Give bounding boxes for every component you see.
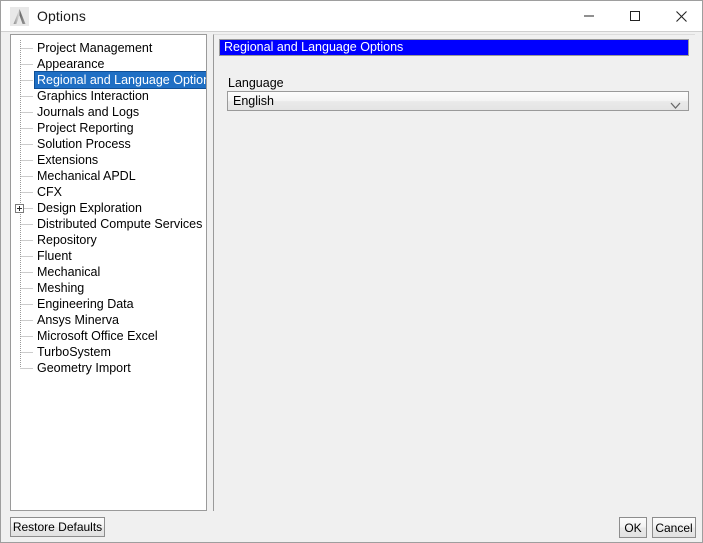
title-bar: Options — [1, 1, 702, 32]
options-detail-panel: Regional and Language Options Language E… — [213, 34, 695, 511]
options-dialog-window: Options Project Management Appearance Regi… — [0, 0, 703, 543]
tree-list: Project Management Appearance Regional and… — [11, 35, 206, 376]
tree-connector-icon — [16, 344, 36, 360]
tree-item[interactable]: Solution Process — [11, 136, 206, 152]
tree-item-label: Appearance — [37, 57, 105, 71]
tree-item-label: Ansys Minerva — [37, 313, 119, 327]
restore-defaults-button[interactable]: Restore Defaults — [10, 517, 105, 537]
tree-connector-icon — [16, 152, 36, 168]
language-selected-value: English — [233, 94, 274, 108]
section-title-bar: Regional and Language Options — [219, 39, 689, 56]
language-select[interactable]: English — [227, 91, 689, 111]
options-category-tree[interactable]: Project Management Appearance Regional and… — [10, 34, 207, 511]
tree-connector-icon — [16, 184, 36, 200]
tree-item-label: Mechanical APDL — [37, 169, 136, 183]
tree-connector-icon — [16, 248, 36, 264]
tree-item-label: Project Management — [37, 41, 153, 55]
tree-item-label: CFX — [37, 185, 62, 199]
tree-item-label: Meshing — [37, 281, 85, 295]
tree-connector-icon — [16, 232, 36, 248]
tree-connector-icon — [16, 72, 36, 88]
tree-item[interactable]: Mechanical APDL — [11, 168, 206, 184]
tree-item-label: TurboSystem — [37, 345, 111, 359]
tree-expand-icon[interactable] — [15, 204, 24, 213]
tree-connector-icon — [16, 264, 36, 280]
tree-connector-icon — [16, 280, 36, 296]
tree-connector-icon — [16, 328, 36, 344]
tree-item[interactable]: Extensions — [11, 152, 206, 168]
tree-connector-icon — [16, 360, 36, 376]
tree-item-label: Design Exploration — [37, 201, 142, 215]
tree-item[interactable]: Meshing — [11, 280, 206, 296]
ansys-logo-icon — [10, 7, 29, 26]
tree-connector-icon — [16, 56, 36, 72]
tree-item[interactable]: Design Exploration — [11, 200, 206, 216]
tree-item-label: Graphics Interaction — [37, 89, 149, 103]
tree-item-label: Geometry Import — [37, 361, 131, 375]
tree-connector-icon — [16, 136, 36, 152]
chevron-down-icon — [670, 97, 681, 109]
tree-item[interactable]: Ansys Minerva — [11, 312, 206, 328]
tree-item[interactable]: Appearance — [11, 56, 206, 72]
tree-item[interactable]: Engineering Data — [11, 296, 206, 312]
tree-item[interactable]: Distributed Compute Services — [11, 216, 206, 232]
tree-item[interactable]: Mechanical — [11, 264, 206, 280]
tree-item-label: Regional and Language Options — [33, 71, 206, 89]
tree-item-label: Repository — [37, 233, 97, 247]
tree-item-label: Project Reporting — [37, 121, 134, 135]
tree-item[interactable]: Microsoft Office Excel — [11, 328, 206, 344]
tree-item[interactable]: TurboSystem — [11, 344, 206, 360]
maximize-icon[interactable] — [612, 1, 658, 31]
tree-item[interactable]: Project Management — [11, 40, 206, 56]
tree-connector-icon — [16, 40, 36, 56]
tree-connector-icon — [16, 168, 36, 184]
tree-item-label: Microsoft Office Excel — [37, 329, 158, 343]
tree-connector-icon — [16, 216, 36, 232]
close-icon[interactable] — [658, 1, 702, 31]
tree-connector-icon — [16, 296, 36, 312]
tree-item[interactable]: Journals and Logs — [11, 104, 206, 120]
tree-connector-icon — [16, 104, 36, 120]
tree-connector-icon — [16, 312, 36, 328]
tree-item[interactable]: Geometry Import — [11, 360, 206, 376]
minimize-icon[interactable] — [566, 1, 612, 31]
cancel-button[interactable]: Cancel — [652, 517, 696, 538]
tree-item-label: Fluent — [37, 249, 72, 263]
tree-item-label: Distributed Compute Services — [37, 217, 203, 231]
tree-connector-icon — [16, 88, 36, 104]
window-title: Options — [37, 8, 86, 24]
tree-item[interactable]: CFX — [11, 184, 206, 200]
ok-button[interactable]: OK — [619, 517, 647, 538]
tree-item-label: Mechanical — [37, 265, 101, 279]
tree-item-label: Engineering Data — [37, 297, 134, 311]
tree-item[interactable]: Project Reporting — [11, 120, 206, 136]
tree-item[interactable]: Graphics Interaction — [11, 88, 206, 104]
tree-item-label: Extensions — [37, 153, 99, 167]
tree-item[interactable]: Fluent — [11, 248, 206, 264]
tree-connector-icon — [16, 120, 36, 136]
tree-item[interactable]: Repository — [11, 232, 206, 248]
tree-item-label: Solution Process — [37, 137, 131, 151]
tree-item[interactable]: Regional and Language Options — [11, 71, 206, 89]
language-label: Language — [228, 76, 284, 90]
tree-item-label: Journals and Logs — [37, 105, 140, 119]
